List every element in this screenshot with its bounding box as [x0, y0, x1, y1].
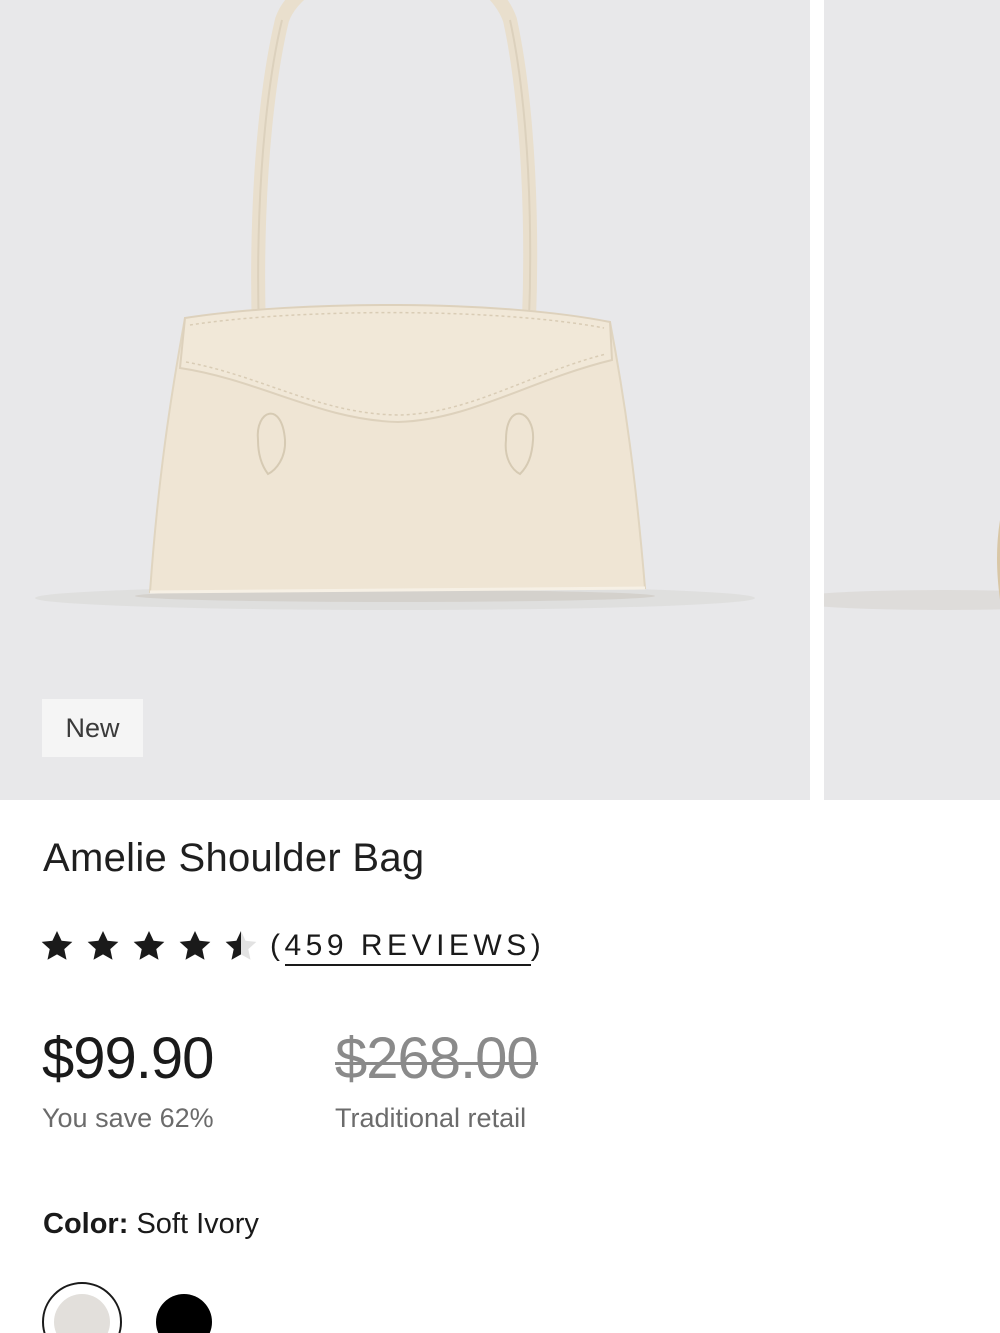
- rating-row[interactable]: (459 REVIEWS): [38, 926, 545, 966]
- star-full-icon: [179, 930, 211, 960]
- star-rating: [38, 927, 260, 965]
- swatch-black[interactable]: [156, 1294, 212, 1333]
- star-full-icon: [41, 930, 73, 960]
- savings-note: You save 62%: [42, 1103, 214, 1133]
- product-image-main[interactable]: New: [0, 0, 810, 800]
- product-image-next[interactable]: [824, 0, 1000, 800]
- color-value: Soft Ivory: [136, 1208, 259, 1240]
- close-paren: ): [530, 929, 546, 962]
- color-swatches: [42, 1282, 212, 1333]
- reviews-link[interactable]: 459 REVIEWS: [284, 929, 531, 966]
- product-image-gallery[interactable]: New: [0, 0, 1000, 800]
- retail-note: Traditional retail: [335, 1103, 527, 1133]
- open-paren: (: [270, 929, 285, 962]
- next-image-preview: [824, 520, 1000, 610]
- reviews-count[interactable]: (459 REVIEWS): [270, 929, 546, 966]
- star-full-icon: [133, 930, 165, 960]
- star-half-icon: [225, 930, 257, 960]
- sale-price-block: $99.90 You save 62%: [42, 1025, 214, 1134]
- new-badge: New: [42, 699, 143, 757]
- product-page: New Amelie Shoulder Bag (459 REVIEWS) $9…: [0, 0, 1000, 1333]
- retail-price-block: $268.00 Traditional retail: [335, 1025, 539, 1134]
- swatch-soft-ivory[interactable]: [42, 1282, 122, 1333]
- product-title: Amelie Shoulder Bag: [43, 836, 425, 880]
- retail-price: $268.00: [335, 1026, 539, 1091]
- star-full-icon: [87, 930, 119, 960]
- swatch-black-color: [156, 1294, 212, 1333]
- sale-price: $99.90: [42, 1026, 214, 1091]
- color-label-row: Color: Soft Ivory: [43, 1208, 259, 1241]
- color-label: Color:: [43, 1208, 129, 1240]
- swatch-soft-ivory-color: [54, 1294, 110, 1333]
- shoulder-bag-image: [35, 0, 755, 610]
